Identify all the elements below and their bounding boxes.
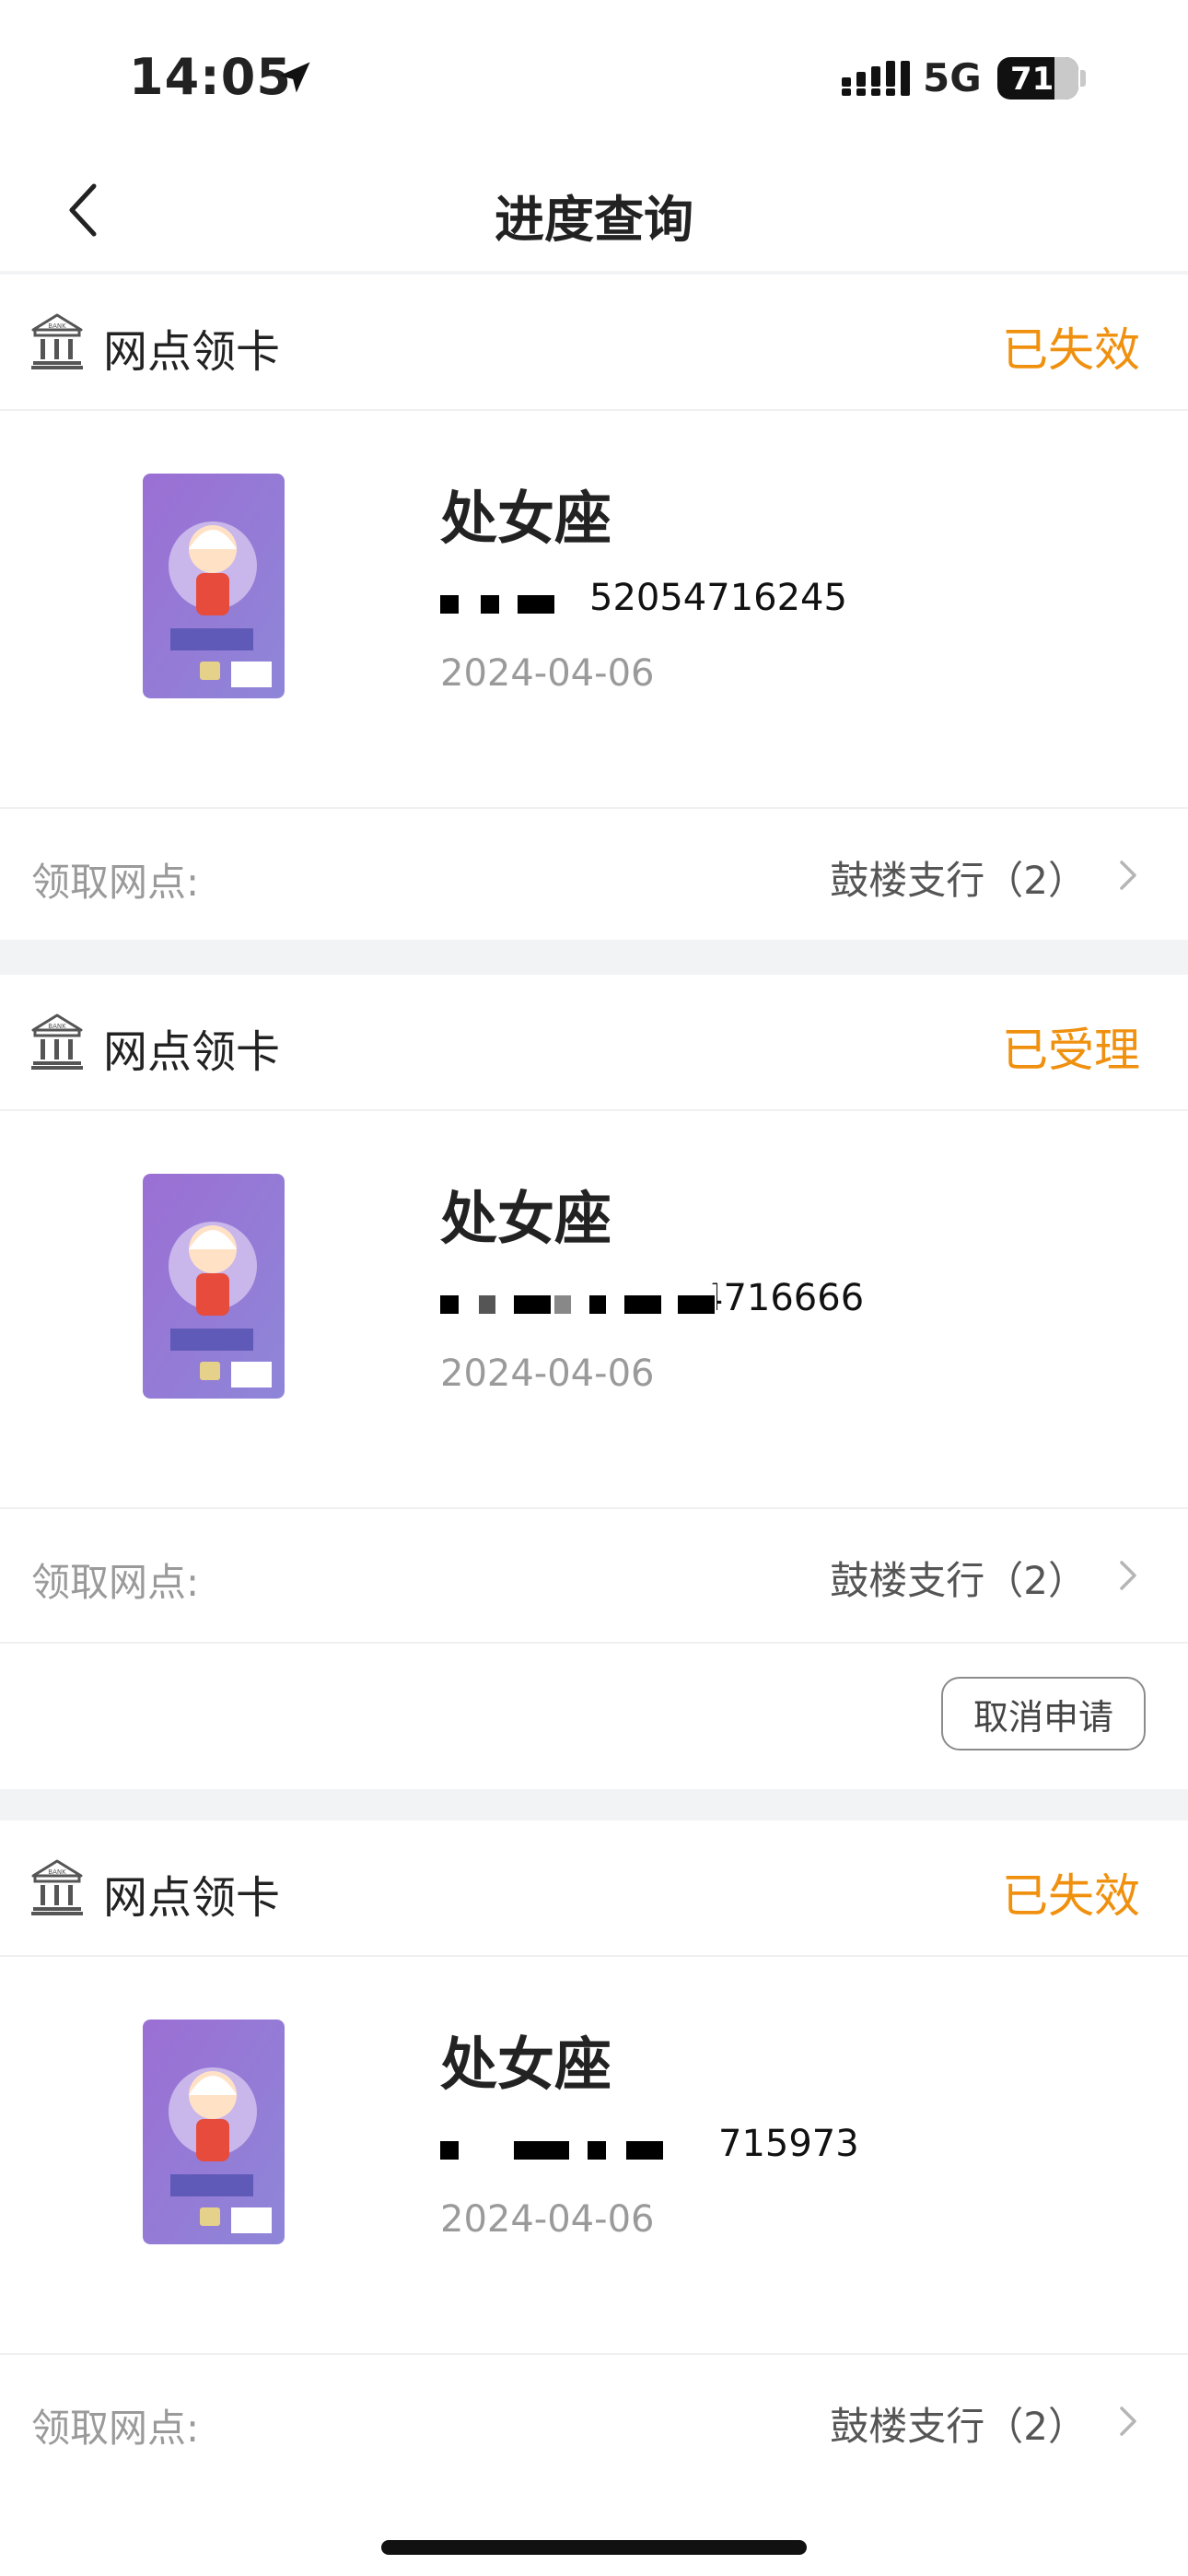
application-date: 2024-04-06 <box>440 652 655 695</box>
card-name: 处女座 <box>440 485 612 552</box>
card-details[interactable]: 处女座 4716666 2024-04-06 <box>0 1111 1188 1509</box>
svg-text:BANK: BANK <box>48 1023 66 1030</box>
pickup-label: 领取网点: <box>31 860 200 905</box>
card-name: 处女座 <box>440 2031 612 2098</box>
redacted-card-digits <box>440 2130 680 2161</box>
location-arrow-icon <box>279 62 310 93</box>
bank-icon: BANK <box>31 313 83 369</box>
credit-card-image <box>143 2020 285 2244</box>
card-number: 715973 <box>718 2123 859 2165</box>
application-type: 网点领卡 <box>103 1872 281 1924</box>
battery-tip <box>1080 70 1086 87</box>
pickup-branch: 鼓楼支行（2） <box>830 858 1087 903</box>
card-number: 52054716245 <box>589 577 847 619</box>
pickup-branch-row[interactable]: 领取网点: 鼓楼支行（2） <box>0 1507 1188 1640</box>
application-type: 网点领卡 <box>103 326 281 378</box>
card-details[interactable]: 处女座 52054716245 2024-04-06 <box>0 411 1188 809</box>
application-date: 2024-04-06 <box>440 2198 655 2241</box>
actions-row: 取消申请 <box>0 1642 1188 1782</box>
application-type: 网点领卡 <box>103 1026 281 1078</box>
application-card: BANK 网点领卡 已失效 处女座 <box>0 1821 1188 2493</box>
bank-icon: BANK <box>31 1013 83 1070</box>
battery-icon: 71 <box>997 57 1078 100</box>
status-label: 已失效 <box>1002 1869 1140 1923</box>
pickup-label: 领取网点: <box>31 2406 200 2451</box>
home-indicator[interactable] <box>381 2540 807 2555</box>
section-gap <box>0 1789 1188 1821</box>
credit-card-image <box>143 474 285 698</box>
bank-icon: BANK <box>31 1859 83 1915</box>
nav-bar: 进度查询 <box>0 147 1188 271</box>
status-label: 已失效 <box>1002 323 1140 377</box>
network-label: 5G <box>923 55 982 100</box>
application-card: BANK 网点领卡 已失效 处女座 <box>0 275 1188 940</box>
redacted-card-digits <box>440 584 588 615</box>
svg-text:BANK: BANK <box>48 1868 66 1876</box>
cancel-application-button[interactable]: 取消申请 <box>941 1677 1146 1751</box>
application-header: BANK 网点领卡 已失效 <box>0 1821 1188 1957</box>
application-date: 2024-04-06 <box>440 1352 655 1395</box>
chevron-right-icon <box>1120 861 1136 890</box>
card-name: 处女座 <box>440 1185 612 1252</box>
application-header: BANK 网点领卡 已失效 <box>0 275 1188 411</box>
status-bar: 14:05 5G 71 <box>0 0 1188 147</box>
pickup-branch: 鼓楼支行（2） <box>830 2404 1087 2449</box>
redacted-card-digits <box>440 1284 716 1316</box>
credit-card-image <box>143 1174 285 1399</box>
status-label: 已受理 <box>1002 1024 1140 1077</box>
signal-bars-icon <box>842 61 910 96</box>
chevron-right-icon <box>1120 2406 1136 2436</box>
card-number: 4716666 <box>700 1277 865 1319</box>
pickup-label: 领取网点: <box>31 1560 200 1605</box>
battery-percent: 71 <box>1010 61 1054 98</box>
card-details[interactable]: 处女座 715973 2024-04-06 <box>0 1957 1188 2355</box>
section-gap <box>0 940 1188 975</box>
pickup-branch-row[interactable]: 领取网点: 鼓楼支行（2） <box>0 2353 1188 2486</box>
application-header: BANK 网点领卡 已受理 <box>0 975 1188 1111</box>
svg-text:BANK: BANK <box>48 322 66 330</box>
status-time: 14:05 <box>129 48 292 106</box>
page-title: 进度查询 <box>495 191 693 249</box>
pickup-branch: 鼓楼支行（2） <box>830 1558 1087 1603</box>
pickup-branch-row[interactable]: 领取网点: 鼓楼支行（2） <box>0 807 1188 940</box>
chevron-right-icon <box>1120 1561 1136 1590</box>
application-card: BANK 网点领卡 已受理 处女座 4716666 2024-04-06 领取网… <box>0 975 1188 1789</box>
